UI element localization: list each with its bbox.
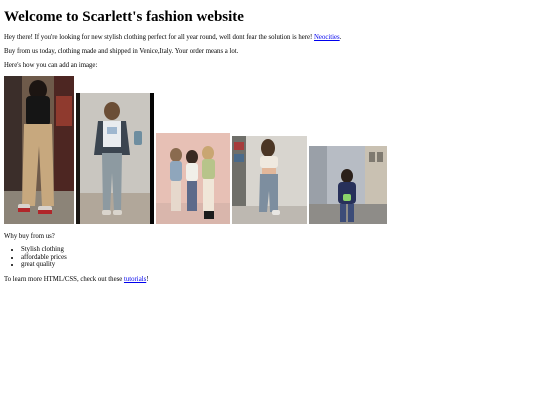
outfit-photo-1	[4, 76, 74, 224]
why-heading: Why buy from us?	[4, 233, 55, 240]
intro-text-end: .	[339, 34, 342, 41]
reason-item: great quality	[21, 261, 67, 269]
learn-more-text-end: !	[146, 276, 149, 283]
reason-item: Stylish clothing	[21, 246, 67, 254]
outfit-photo-2	[76, 93, 154, 224]
learn-more-text: To learn more HTML/CSS, check out these	[4, 276, 124, 283]
intro-paragraph: Hey there! If you're looking for new sty…	[4, 33, 341, 42]
image-intro-paragraph: Here's how you can add an image:	[4, 62, 98, 69]
outfit-photo-4	[232, 136, 307, 224]
neocities-link[interactable]: Neocities	[314, 34, 340, 41]
tutorials-link[interactable]: tutorials	[124, 276, 146, 283]
learn-more-paragraph: To learn more HTML/CSS, check out these …	[4, 275, 149, 284]
intro-text: Hey there! If you're looking for new sty…	[4, 34, 315, 41]
page-title: Welcome to Scarlett's fashion website	[4, 9, 244, 25]
outfit-photo-5	[309, 146, 387, 224]
reason-item: affordable prices	[21, 254, 67, 262]
outfit-photo-3	[156, 133, 230, 224]
reasons-list: Stylish clothing affordable prices great…	[4, 246, 67, 269]
buy-paragraph: Buy from us today, clothing made and shi…	[4, 48, 239, 55]
